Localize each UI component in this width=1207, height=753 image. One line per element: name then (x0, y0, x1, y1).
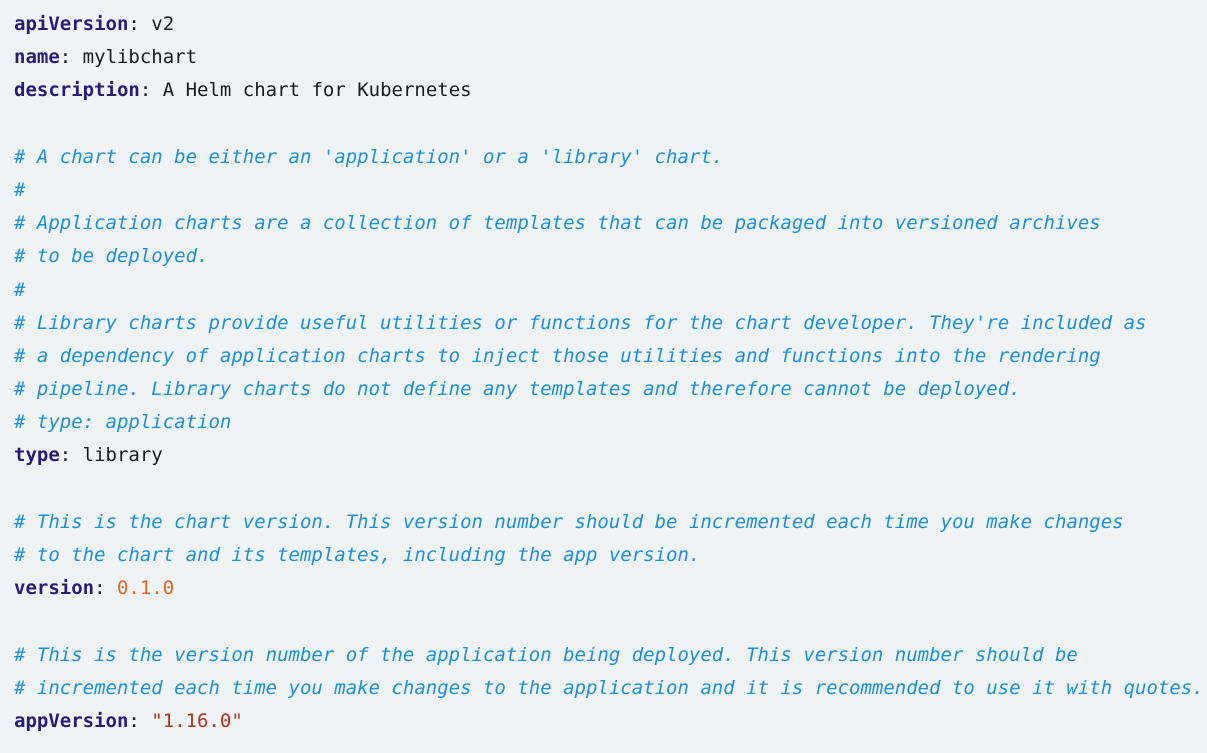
comment-line: # incremented each time you make changes… (14, 672, 1204, 705)
key-separator: : (139, 79, 163, 102)
comment-text: # Application charts are a collection of… (14, 212, 1101, 235)
yaml-key: appVersion (14, 709, 129, 732)
comment-text: # Library charts provide useful utilitie… (14, 311, 1147, 334)
key-value-line: version: 0.1.0 (14, 572, 1204, 605)
comment-text: # (14, 178, 26, 201)
yaml-key: name (14, 46, 60, 69)
key-value-line: type: library (14, 439, 1204, 472)
comment-text: # to the chart and its templates, includ… (14, 544, 701, 566)
comment-text: # pipeline. Library charts do not define… (14, 378, 1021, 401)
comment-line: # This is the version number of the appl… (14, 639, 1204, 672)
comment-line: # a dependency of application charts to … (14, 340, 1204, 373)
key-separator: : (59, 444, 83, 467)
yaml-key: version (14, 577, 95, 600)
yaml-value: A Helm chart for Kubernetes (162, 79, 472, 102)
comment-line: # (14, 174, 1204, 207)
comment-text: # This is the version number of the appl… (14, 643, 1078, 666)
comment-text: # a dependency of application charts to … (14, 344, 1101, 367)
key-separator: : (59, 46, 83, 69)
comment-line: # Library charts provide useful utilitie… (14, 307, 1204, 340)
yaml-code-block: apiVersion: v2 name: mylibchart descriptio… (14, 8, 1204, 738)
key-value-line: description: A Helm chart for Kubernetes (14, 74, 1204, 107)
comment-text: # This is the chart version. This versio… (14, 510, 1124, 533)
yaml-key: type (14, 444, 60, 467)
comment-line: # Application charts are a collection of… (14, 207, 1204, 240)
yaml-value: library (82, 444, 163, 467)
comment-text: # type: application (14, 411, 232, 434)
yaml-key: description (14, 79, 140, 102)
yaml-value: mylibchart (82, 46, 198, 69)
comment-text: # to be deployed. (14, 245, 209, 268)
comment-text: # A chart can be either an 'application'… (14, 145, 724, 168)
comment-line: # to the chart and its templates, includ… (14, 539, 1204, 572)
key-value-line: name: mylibchart (14, 41, 1204, 74)
comment-line: # A chart can be either an 'application'… (14, 141, 1204, 174)
yaml-value: v2 (151, 13, 175, 35)
comment-text: # incremented each time you make changes… (14, 676, 1204, 699)
key-separator: : (94, 577, 117, 600)
yaml-key: apiVersion (14, 13, 129, 35)
comment-line: # type: application (14, 406, 1204, 439)
key-separator: : (128, 13, 152, 35)
comment-line: # pipeline. Library charts do not define… (14, 373, 1204, 406)
comment-text: # (14, 278, 26, 301)
yaml-value: 0.1.0 (116, 577, 175, 600)
comment-line: # (14, 274, 1204, 307)
comment-line: # This is the chart version. This versio… (14, 506, 1204, 539)
yaml-value: "1.16.0" (151, 709, 243, 732)
comment-line: # to be deployed. (14, 240, 1204, 273)
key-value-line: apiVersion: v2 (14, 8, 1204, 41)
key-separator: : (128, 709, 152, 732)
key-value-line: appVersion: "1.16.0" (14, 705, 1204, 738)
